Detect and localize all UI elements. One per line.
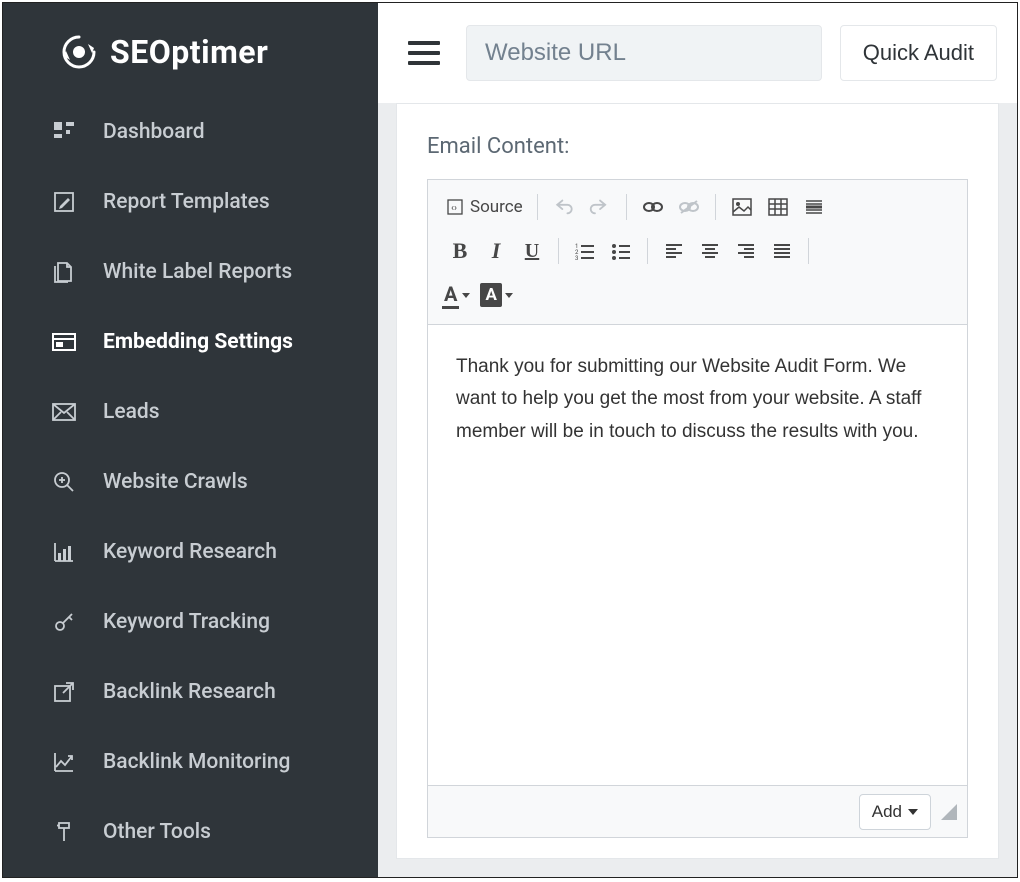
- sidebar-item-backlink-monitoring[interactable]: Backlink Monitoring: [3, 727, 378, 797]
- sidebar-item-report-templates[interactable]: Report Templates: [3, 167, 378, 237]
- bold-button[interactable]: B: [442, 234, 478, 268]
- source-button-label: Source: [470, 197, 523, 217]
- sidebar-item-label: Embedding Settings: [103, 330, 293, 354]
- editor-toolbar: ‹› Source: [428, 180, 967, 325]
- sidebar-item-label: Website Crawls: [103, 470, 248, 494]
- add-button-label: Add: [872, 802, 902, 822]
- link-button[interactable]: [635, 190, 671, 224]
- sidebar: SEOptimer Dashboard Report Templates White…: [3, 3, 378, 877]
- embed-icon: [51, 329, 77, 355]
- email-content-label: Email Content:: [427, 134, 968, 159]
- sidebar-item-label: Keyword Tracking: [103, 610, 270, 634]
- mail-icon: [51, 399, 77, 425]
- dashboard-icon: [51, 119, 77, 145]
- line-chart-icon: [51, 749, 77, 775]
- svg-text:‹›: ‹›: [451, 203, 457, 214]
- resize-grip[interactable]: [941, 804, 957, 820]
- sidebar-item-leads[interactable]: Leads: [3, 377, 378, 447]
- editor-footer: Add: [428, 785, 967, 837]
- align-left-button[interactable]: [656, 234, 692, 268]
- align-justify-button[interactable]: [764, 234, 800, 268]
- svg-text:3: 3: [575, 255, 578, 260]
- sidebar-item-white-label-reports[interactable]: White Label Reports: [3, 237, 378, 307]
- sidebar-item-label: Dashboard: [103, 120, 205, 144]
- horizontal-rule-button[interactable]: [796, 190, 832, 224]
- editor-content[interactable]: Thank you for submitting our Website Aud…: [428, 325, 967, 785]
- rich-text-editor: ‹› Source: [427, 179, 968, 838]
- align-right-button[interactable]: [728, 234, 764, 268]
- menu-toggle-button[interactable]: [408, 33, 448, 73]
- sidebar-item-label: Report Templates: [103, 190, 270, 214]
- numbered-list-button[interactable]: 123: [567, 234, 603, 268]
- hammer-icon: [51, 819, 77, 845]
- sidebar-item-keyword-tracking[interactable]: Keyword Tracking: [3, 587, 378, 657]
- document-icon: [51, 259, 77, 285]
- add-dropdown-button[interactable]: Add: [859, 794, 931, 830]
- background-color-button[interactable]: A: [480, 278, 512, 312]
- italic-button[interactable]: I: [478, 234, 514, 268]
- editor-text: Thank you for submitting our Website Aud…: [456, 356, 921, 442]
- redo-button[interactable]: [582, 190, 618, 224]
- sidebar-item-label: White Label Reports: [103, 260, 292, 284]
- content-area: Email Content: ‹› Source: [378, 103, 1017, 877]
- website-url-input[interactable]: [466, 25, 822, 81]
- gear-arrows-icon: [58, 31, 110, 73]
- external-link-icon: [51, 679, 77, 705]
- text-color-button[interactable]: A: [442, 278, 470, 312]
- sidebar-nav: Dashboard Report Templates White Label Rep…: [3, 97, 378, 867]
- sidebar-item-label: Leads: [103, 400, 160, 424]
- sidebar-item-label: Other Tools: [103, 820, 211, 844]
- sidebar-item-other-tools[interactable]: Other Tools: [3, 797, 378, 867]
- bar-chart-icon: [51, 539, 77, 565]
- undo-button[interactable]: [546, 190, 582, 224]
- table-button[interactable]: [760, 190, 796, 224]
- unlink-button[interactable]: [671, 190, 707, 224]
- sidebar-item-label: Keyword Research: [103, 540, 277, 564]
- sidebar-item-backlink-research[interactable]: Backlink Research: [3, 657, 378, 727]
- sidebar-item-label: Backlink Research: [103, 680, 276, 704]
- key-icon: [51, 609, 77, 635]
- align-center-button[interactable]: [692, 234, 728, 268]
- caret-down-icon: [908, 809, 918, 815]
- search-plus-icon: [51, 469, 77, 495]
- brand-text: SEOptimer: [110, 33, 268, 71]
- quick-audit-button[interactable]: Quick Audit: [840, 25, 997, 81]
- source-button[interactable]: ‹› Source: [442, 190, 529, 224]
- sidebar-item-label: Backlink Monitoring: [103, 750, 290, 774]
- image-button[interactable]: [724, 190, 760, 224]
- bulleted-list-button[interactable]: [603, 234, 639, 268]
- topbar: Quick Audit: [378, 3, 1017, 103]
- email-content-card: Email Content: ‹› Source: [396, 103, 999, 859]
- sidebar-item-dashboard[interactable]: Dashboard: [3, 97, 378, 167]
- main-panel: Quick Audit Email Content: ‹› Source: [378, 3, 1017, 877]
- underline-button[interactable]: U: [514, 234, 550, 268]
- edit-icon: [51, 189, 77, 215]
- sidebar-item-embedding-settings[interactable]: Embedding Settings: [3, 307, 378, 377]
- sidebar-item-keyword-research[interactable]: Keyword Research: [3, 517, 378, 587]
- brand-logo[interactable]: SEOptimer: [3, 13, 378, 97]
- sidebar-item-website-crawls[interactable]: Website Crawls: [3, 447, 378, 517]
